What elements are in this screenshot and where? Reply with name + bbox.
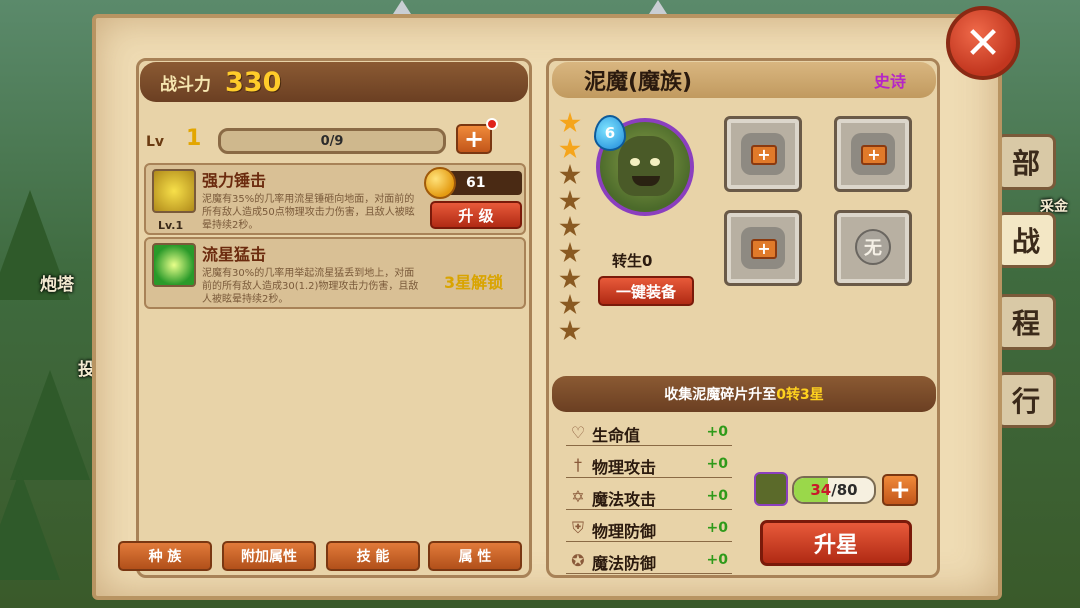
hero-name: 泥魔(魔族) <box>584 70 693 95</box>
exp-text: 0/9 <box>320 133 344 149</box>
stat-row-physical-attack: † 物理攻击 +0 <box>566 452 732 478</box>
collect-target: 0转3星 <box>776 387 824 403</box>
stat-label: 生命值 <box>592 426 641 445</box>
tab-attributes[interactable]: 属 性 <box>428 541 522 571</box>
plus-icon: + <box>889 475 911 505</box>
skill-upgrade-button[interactable]: 升 级 <box>430 201 522 229</box>
sword-icon: † <box>574 454 582 474</box>
side-tab-tribe[interactable]: 部 <box>996 134 1056 190</box>
close-icon: ✕ <box>964 17 1002 69</box>
stat-value: +0 <box>706 520 728 536</box>
fragment-total: /80 <box>831 481 858 499</box>
eye <box>630 158 640 166</box>
side-tab-action[interactable]: 行 <box>996 372 1056 428</box>
tower-label: 炮塔 <box>40 275 74 295</box>
fragment-current: 34 <box>810 481 832 499</box>
water-drop-badge: 6 <box>594 115 626 151</box>
star-up-button[interactable]: 升星 <box>760 520 912 566</box>
skill-description: 泥魔有35%的几率用流星锤砸向地面，对面前的所有敌人造成50点物理攻击力伤害，且… <box>202 194 415 231</box>
side-tab-journey[interactable]: 程 <box>996 294 1056 350</box>
stat-label: 魔法防御 <box>592 554 657 573</box>
stat-value: +0 <box>706 456 728 472</box>
stat-value: +0 <box>706 424 728 440</box>
coin-icon <box>424 167 456 199</box>
exp-bar: 0/9 <box>218 128 446 154</box>
fragment-progress: 34/80 <box>792 476 876 504</box>
tab-skills[interactable]: 技 能 <box>326 541 420 571</box>
power-label: 战斗力 <box>160 74 211 95</box>
rebirth-label: 转生0 <box>612 252 653 270</box>
skill-card-hammer-strike: Lv.1 强力锤击 泥魔有35%的几率用流星锤砸向地面，对面前的所有敌人造成50… <box>144 163 526 235</box>
equip-all-button[interactable]: 一键装备 <box>598 276 694 306</box>
cost-value: 61 <box>466 175 486 191</box>
level-label: Lv <box>146 134 165 150</box>
collect-fragments-banner: 收集泥魔碎片升至 0转3星 <box>552 376 936 412</box>
stat-value: +0 <box>706 552 728 568</box>
eye <box>650 158 660 166</box>
tree-decoration <box>0 470 60 580</box>
fragment-icon <box>754 472 788 506</box>
equip-slot-1[interactable]: + <box>724 116 802 192</box>
stat-row-magic-attack: ✡ 魔法攻击 +0 <box>566 484 732 510</box>
empty-slot-icon: 无 <box>855 229 891 265</box>
equip-slot-3[interactable]: + <box>724 210 802 286</box>
add-equipment-icon: + <box>861 145 887 165</box>
magic-shield-icon: ✪ <box>571 550 585 570</box>
mouth <box>632 176 660 186</box>
hammer-skill-icon <box>152 169 196 213</box>
skill-card-meteor-smash: 流星猛击 泥魔有30%的几率用举起流星猛丢到地上，对面前的所有敌人造成30(1.… <box>144 237 526 309</box>
stat-row-hp: ♡ 生命值 +0 <box>566 420 732 446</box>
power-value: 330 <box>225 66 282 98</box>
unlock-requirement: 3星解锁 <box>444 273 504 292</box>
heart-icon: ♡ <box>570 422 586 442</box>
close-button[interactable]: ✕ <box>946 6 1020 80</box>
stat-label: 魔法攻击 <box>592 490 657 509</box>
power-header: 战斗力 330 <box>140 62 528 102</box>
tab-race[interactable]: 种 族 <box>118 541 212 571</box>
level-value: 1 <box>186 126 202 151</box>
tree-decoration <box>10 370 90 480</box>
skill-name: 流星猛击 <box>202 245 267 264</box>
add-equipment-icon: + <box>751 145 777 165</box>
collect-prefix: 收集泥魔碎片升至 <box>664 387 777 403</box>
hexagram-icon: ✡ <box>571 486 585 506</box>
hero-header: 泥魔(魔族) 史诗 <box>552 62 936 98</box>
skill-name: 强力锤击 <box>202 171 267 190</box>
stat-value: +0 <box>706 488 728 504</box>
fragment-count: 34/80 <box>794 478 874 502</box>
stat-row-magic-defense: ✪ 魔法防御 +0 <box>566 548 732 574</box>
stat-row-physical-defense: ⛨ 物理防御 +0 <box>566 516 732 542</box>
add-fragment-button[interactable]: + <box>882 474 918 506</box>
equip-slot-2[interactable]: + <box>834 116 912 192</box>
skill-level: Lv.1 <box>158 219 184 232</box>
shield-icon: ⛨ <box>571 518 584 537</box>
stat-label: 物理防御 <box>592 522 657 541</box>
side-tab-battle[interactable]: 战 <box>996 212 1056 268</box>
plus-icon: + <box>463 125 485 153</box>
notification-dot <box>486 118 498 130</box>
hero-grade: 史诗 <box>873 72 906 91</box>
tab-extra-attributes[interactable]: 附加属性 <box>222 541 316 571</box>
stat-label: 物理攻击 <box>592 458 657 477</box>
equip-slot-4[interactable]: 无 <box>834 210 912 286</box>
add-equipment-icon: + <box>751 239 777 259</box>
meteor-skill-icon <box>152 243 196 287</box>
skill-description: 泥魔有30%的几率用举起流星猛丢到地上，对面前的所有敌人造成30(1.2)物理攻… <box>202 268 419 305</box>
level-up-plus-button[interactable]: + <box>456 124 492 154</box>
mud-monster-avatar <box>618 136 674 196</box>
